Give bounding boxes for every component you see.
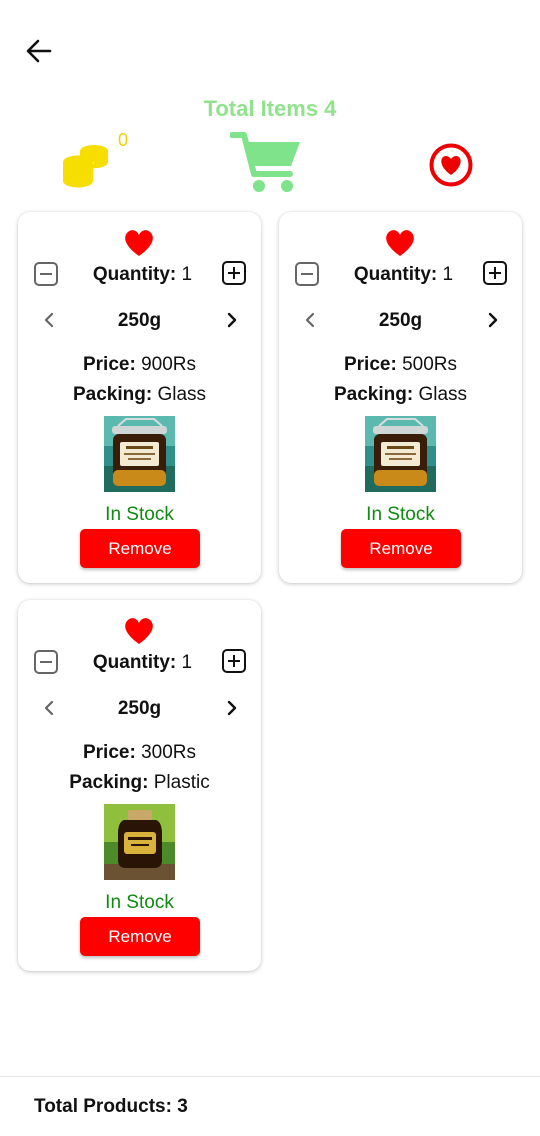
packing-text: Packing: Glass xyxy=(279,384,522,406)
heart-icon[interactable] xyxy=(383,228,417,258)
packing-label: Packing: xyxy=(72,384,153,405)
back-button[interactable] xyxy=(22,34,56,68)
product-card: Quantity: 1 250g Price: 300Rs Packing: P… xyxy=(18,600,261,971)
product-card: Quantity: 1 250g Price: 500Rs Packing: G… xyxy=(279,212,522,583)
quantity-label: Quantity: xyxy=(92,652,177,673)
quantity-text: Quantity: 1 xyxy=(68,264,217,286)
packing-label: Packing: xyxy=(69,772,149,793)
minus-box-icon xyxy=(34,650,58,674)
plus-box-icon xyxy=(483,261,507,285)
price-text: Price: 300Rs xyxy=(18,742,261,764)
favorites-button[interactable] xyxy=(428,142,474,188)
increase-quantity-button[interactable] xyxy=(221,260,247,286)
minus-box-icon xyxy=(34,262,58,286)
next-size-button[interactable] xyxy=(221,696,243,720)
packing-value: Plastic xyxy=(148,772,210,793)
price-value: 900Rs xyxy=(135,354,196,375)
quantity-label: Quantity: xyxy=(353,264,438,285)
price-label: Price: xyxy=(343,354,397,375)
quantity-row: Quantity: 1 xyxy=(279,258,522,290)
packing-text: Packing: Plastic xyxy=(18,772,261,794)
minus-box-icon xyxy=(295,262,319,286)
product-card: Quantity: 1 250g Price: 900Rs Packing: G… xyxy=(18,212,261,583)
increase-quantity-button[interactable] xyxy=(482,260,508,286)
chevron-right-icon xyxy=(227,312,237,328)
packing-text: Packing: Glass xyxy=(18,384,261,406)
arrow-left-icon xyxy=(26,39,52,63)
price-value: 500Rs xyxy=(396,354,457,375)
total-items-label: Total Items 4 xyxy=(203,96,337,121)
packing-value: Glass xyxy=(152,384,207,405)
price-value: 300Rs xyxy=(135,742,196,763)
remove-button[interactable]: Remove xyxy=(80,529,200,568)
quantity-text: Quantity: 1 xyxy=(329,264,478,286)
product-image xyxy=(365,416,436,492)
increase-quantity-button[interactable] xyxy=(221,648,247,674)
quantity-value: 1 xyxy=(437,264,454,285)
next-size-button[interactable] xyxy=(482,308,504,332)
chevron-right-icon xyxy=(488,312,498,328)
heart-icon[interactable] xyxy=(122,616,156,646)
quantity-value: 1 xyxy=(176,264,193,285)
plus-box-icon xyxy=(222,261,246,285)
heart-circle-icon xyxy=(429,143,473,187)
plus-box-icon xyxy=(222,649,246,673)
stock-status: In Stock xyxy=(105,892,174,913)
price-label: Price: xyxy=(82,354,136,375)
footer-divider xyxy=(0,1076,540,1077)
total-products-label: Total Products: 3 xyxy=(34,1096,188,1117)
quantity-value: 1 xyxy=(176,652,193,673)
packing-label: Packing: xyxy=(333,384,414,405)
coins-stack-icon xyxy=(58,138,112,192)
product-image xyxy=(104,416,175,492)
quantity-row: Quantity: 1 xyxy=(18,258,261,290)
chevron-right-icon xyxy=(227,700,237,716)
quantity-row: Quantity: 1 xyxy=(18,646,261,678)
size-selector: 250g xyxy=(18,694,261,724)
cart-screen: Total Items 4 0 Quantity: 1 250g Price: … xyxy=(0,0,540,1136)
shopping-cart-icon[interactable] xyxy=(229,130,302,196)
product-image xyxy=(104,804,175,880)
price-label: Price: xyxy=(82,742,136,763)
size-selector: 250g xyxy=(279,306,522,336)
stock-status: In Stock xyxy=(105,504,174,525)
remove-button[interactable]: Remove xyxy=(341,529,461,568)
price-text: Price: 900Rs xyxy=(18,354,261,376)
price-text: Price: 500Rs xyxy=(279,354,522,376)
decrease-quantity-button[interactable] xyxy=(33,649,59,675)
quantity-text: Quantity: 1 xyxy=(68,652,217,674)
next-size-button[interactable] xyxy=(221,308,243,332)
decrease-quantity-button[interactable] xyxy=(33,261,59,287)
quantity-label: Quantity: xyxy=(92,264,177,285)
heart-icon[interactable] xyxy=(122,228,156,258)
size-selector: 250g xyxy=(18,306,261,336)
decrease-quantity-button[interactable] xyxy=(294,261,320,287)
stock-status: In Stock xyxy=(366,504,435,525)
remove-button[interactable]: Remove xyxy=(80,917,200,956)
coins-count: 0 xyxy=(118,130,129,150)
packing-value: Glass xyxy=(413,384,468,405)
